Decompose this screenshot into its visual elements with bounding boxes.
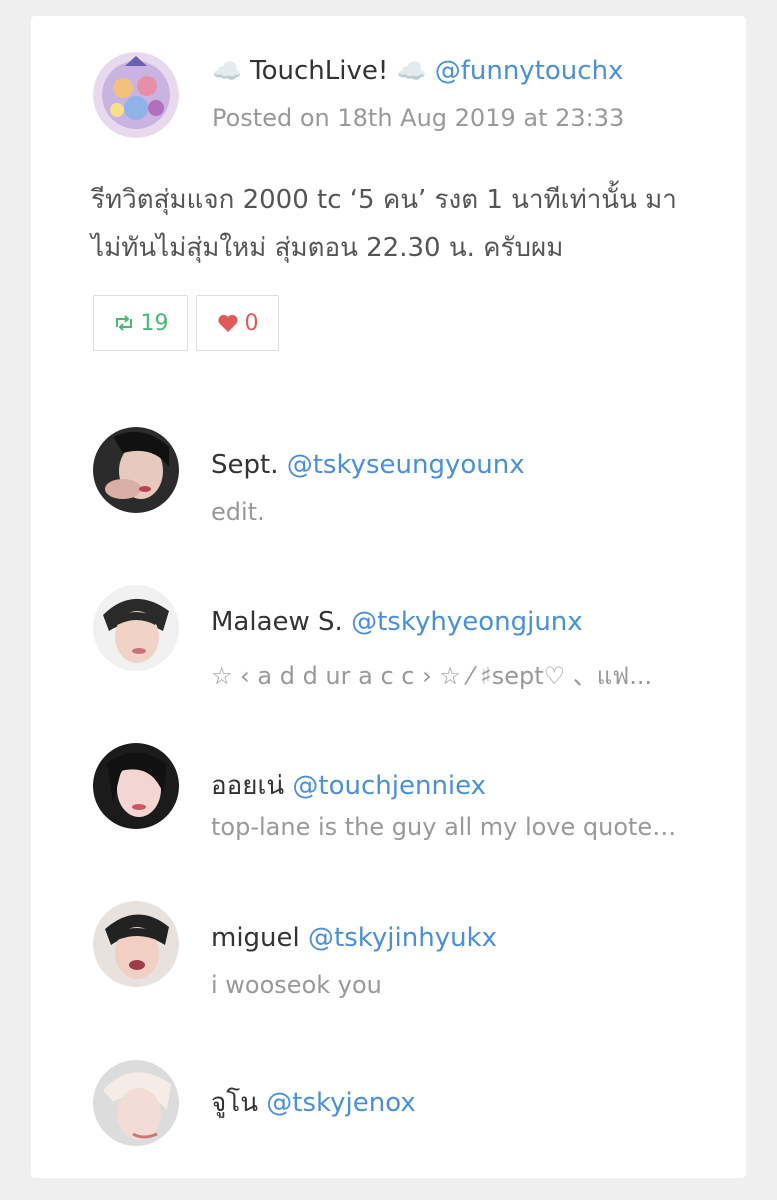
user-handle[interactable]: @tskyjenox: [266, 1088, 415, 1118]
user-display-name: Malaew S.: [211, 607, 343, 637]
like-button[interactable]: 0: [196, 295, 279, 351]
user-display-name: จูโน: [211, 1088, 258, 1118]
user-avatar[interactable]: [93, 901, 179, 987]
user-handle[interactable]: @tskyseungyounx: [287, 450, 525, 480]
user-display-name: ออยเน่: [211, 771, 285, 801]
user-avatar[interactable]: [93, 427, 179, 513]
retweet-icon: [115, 315, 132, 331]
user-bio: edit.: [211, 498, 265, 526]
user-name-line: จูโน @tskyjenox: [211, 1082, 416, 1123]
user-handle[interactable]: @touchjenniex: [292, 771, 486, 801]
author-avatar[interactable]: [93, 52, 179, 138]
user-bio: ☆ ‹ a d d ur a c c › ☆ ⁄ ♯sept♡ 、แฟ...: [211, 662, 653, 690]
user-name-line: Sept. @tskyseungyounx: [211, 450, 525, 480]
retweet-button[interactable]: 19: [93, 295, 188, 351]
user-avatar[interactable]: [93, 585, 179, 671]
user-handle[interactable]: @tskyjinhyukx: [308, 923, 497, 953]
user-bio: top-lane is the guy all my love quotes..…: [211, 813, 681, 841]
post-timestamp: Posted on 18th Aug 2019 at 23:33: [212, 104, 625, 132]
user-display-name: Sept.: [211, 450, 279, 480]
post-text: รีทวิตสุ่มแจก 2000 tc ‘5 คน’ รงต 1 นาทีเ…: [91, 185, 677, 263]
cloud-icon: ☁️: [396, 57, 427, 85]
user-name-line: Malaew S. @tskyhyeongjunx: [211, 607, 583, 637]
user-handle[interactable]: @tskyhyeongjunx: [351, 607, 583, 637]
user-avatar[interactable]: [93, 743, 179, 829]
user-avatar[interactable]: [93, 1060, 179, 1146]
user-name-line: miguel @tskyjinhyukx: [211, 923, 497, 953]
tweet-card: ☁️ TouchLive! ☁️ @funnytouchx Posted on …: [31, 16, 746, 1178]
author-name: TouchLive!: [250, 56, 389, 86]
cloud-icon: ☁️: [212, 57, 242, 85]
author-handle[interactable]: @funnytouchx: [435, 56, 624, 86]
user-name-line: ออยเน่ @touchjenniex: [211, 765, 486, 806]
user-display-name: miguel: [211, 923, 300, 953]
retweet-count: 19: [140, 310, 169, 336]
heart-icon: [217, 314, 238, 332]
like-count: 0: [244, 310, 259, 336]
post-author-line: ☁️ TouchLive! ☁️ @funnytouchx: [212, 56, 623, 86]
user-bio: i wooseok you: [211, 971, 382, 999]
